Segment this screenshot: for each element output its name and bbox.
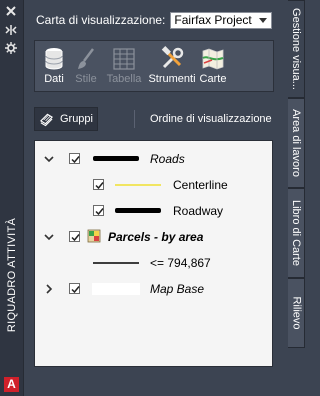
parcels-checkbox[interactable] (69, 231, 80, 242)
autocad-logo-icon[interactable]: A (4, 377, 19, 392)
palette-tabs: Gestione visua... Area di lavoro Libro d… (288, 0, 305, 396)
tree-item-roads[interactable]: Roads (35, 147, 272, 171)
tree-label-centerline: Centerline (173, 178, 228, 192)
close-icon[interactable] (4, 5, 18, 17)
tree-item-parcels[interactable]: Parcels - by area (35, 225, 272, 249)
map-base-checkbox[interactable] (69, 283, 80, 294)
tree-label-roads: Roads (150, 152, 185, 166)
tab-area-di-lavoro[interactable]: Area di lavoro (288, 98, 305, 188)
tab-gestione-visualizzazione[interactable]: Gestione visua... (288, 0, 305, 98)
table-icon (113, 48, 135, 70)
map-icon (202, 48, 224, 70)
data-button[interactable]: Dati (39, 46, 69, 90)
tree-label-map-base: Map Base (150, 282, 205, 296)
style-button[interactable]: Stile (71, 46, 101, 90)
roads-checkbox[interactable] (69, 153, 80, 164)
roadway-checkbox[interactable] (93, 205, 104, 216)
layer-tree: Roads Centerline Roadway Parcels - by ar… (34, 140, 273, 367)
tree-item-map-base[interactable]: Map Base (35, 277, 272, 301)
tree-item-parcel-theme-range[interactable]: <= 794,867 (35, 251, 272, 275)
tree-item-centerline[interactable]: Centerline (35, 173, 272, 197)
palette-title: RIQUADRO ATTIVITÀ (6, 217, 19, 333)
autohide-icon[interactable] (4, 24, 18, 36)
layers-group-icon (39, 113, 54, 127)
theme-layer-icon (87, 229, 101, 243)
display-manager-panel: Carta di visualizzazione: Fairfax Projec… (28, 0, 285, 396)
maps-button[interactable]: Carte (198, 46, 228, 90)
toolbar-divider (134, 110, 135, 128)
centerline-style-swatch (115, 184, 161, 186)
tab-rilievo[interactable]: Rilievo (288, 278, 305, 348)
groups-view-button[interactable]: Gruppi (34, 107, 98, 131)
chevron-down-icon (259, 17, 267, 23)
map-dropdown-value: Fairfax Project (174, 13, 252, 27)
paintbrush-icon (78, 48, 94, 69)
wrench-hammer-icon (161, 46, 184, 69)
tab-libro-di-carte[interactable]: Libro di Carte (288, 188, 305, 278)
table-button[interactable]: Tabella (105, 46, 143, 90)
palette-title-bar: RIQUADRO ATTIVITÀ A (0, 0, 24, 396)
view-mode-toolbar: Gruppi Ordine di visualizzazione (34, 104, 274, 134)
tree-label-parcel-range: <= 794,867 (150, 256, 211, 270)
tools-button[interactable]: Strumenti (147, 46, 197, 90)
chevron-down-icon[interactable] (44, 232, 54, 242)
map-dropdown[interactable]: Fairfax Project (170, 11, 272, 29)
task-pane: RIQUADRO ATTIVITÀ A Gestione visua... Ar… (0, 0, 305, 396)
map-label: Carta di visualizzazione: (36, 13, 166, 27)
chevron-right-icon[interactable] (44, 284, 54, 294)
map-selector-row: Carta di visualizzazione: Fairfax Projec… (36, 11, 272, 29)
roadway-style-swatch (115, 208, 161, 213)
roads-style-swatch (93, 156, 139, 161)
tree-item-roadway[interactable]: Roadway (35, 199, 272, 223)
properties-gear-icon[interactable] (4, 42, 18, 54)
map-base-style-swatch (92, 283, 140, 295)
parcel-range-style-swatch (93, 262, 139, 264)
draw-order-view-button[interactable]: Ordine di visualizzazione (140, 107, 274, 131)
database-icon (45, 48, 63, 70)
tree-label-roadway: Roadway (173, 204, 224, 218)
centerline-checkbox[interactable] (93, 179, 104, 190)
tree-label-parcels: Parcels - by area (108, 230, 204, 244)
chevron-down-icon[interactable] (44, 154, 54, 164)
main-toolbar: Dati Stile Tabella Strumenti Carte (34, 40, 274, 92)
